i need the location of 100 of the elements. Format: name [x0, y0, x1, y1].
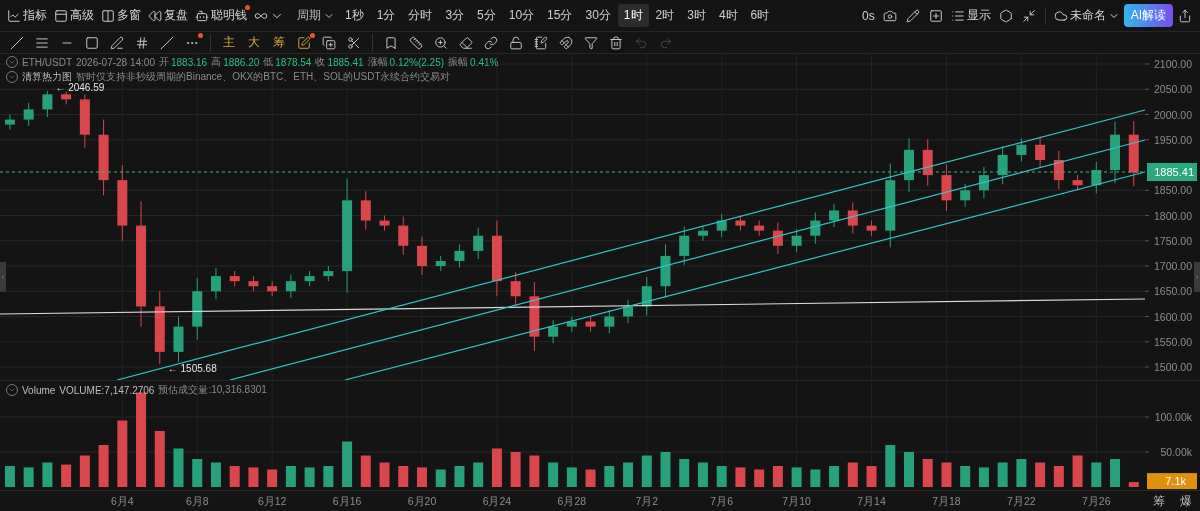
- candlestick: [248, 275, 259, 292]
- axis-label: 50.00k: [1160, 446, 1192, 458]
- display-menu[interactable]: 显示: [947, 5, 994, 26]
- volume-bar: [61, 464, 72, 487]
- volume-bar: [548, 462, 559, 487]
- symbol-label: ETH/USDT: [22, 56, 72, 68]
- indicator-tool[interactable]: 大: [243, 32, 265, 53]
- axis-label: 6月28: [557, 495, 587, 507]
- robot-icon: [195, 8, 209, 23]
- candlestick: [454, 243, 465, 269]
- volume-bar: [42, 462, 53, 487]
- candlestick: [435, 255, 446, 272]
- candlestick: [829, 203, 840, 228]
- candlestick: [735, 215, 746, 232]
- volume-bar: [810, 469, 821, 487]
- axis-label: 7月10: [782, 495, 811, 507]
- indicator-tool[interactable]: 筹: [268, 32, 290, 53]
- list-icon: [950, 8, 965, 23]
- axis-label: 6月24: [482, 495, 512, 507]
- volume-bar: [641, 455, 652, 487]
- candlestick: [1035, 136, 1046, 169]
- candlestick: [922, 138, 933, 187]
- candlestick: [229, 270, 240, 287]
- volume-tag: 7.1k: [1147, 473, 1197, 490]
- menu-button[interactable]: 多窗: [98, 5, 144, 26]
- menu-button[interactable]: 复盘: [145, 5, 191, 26]
- volume-bar: [679, 459, 690, 487]
- interval-tab[interactable]: 15分: [541, 4, 579, 27]
- candlestick: [1091, 161, 1102, 194]
- interval-tab[interactable]: 1秒: [339, 4, 370, 27]
- candlestick: [510, 271, 521, 306]
- volume-bar: [473, 462, 484, 487]
- volume-bar: [997, 462, 1008, 487]
- side-handle[interactable]: [0, 262, 6, 292]
- volume-estimate: 预估成交量:10,316.8301: [158, 383, 267, 397]
- candlestick: [679, 226, 690, 266]
- interval-tab[interactable]: 2时: [649, 4, 681, 27]
- candlestick: [978, 166, 989, 199]
- volume-bar: [1035, 462, 1046, 487]
- corner-label[interactable]: 筹: [1152, 492, 1165, 510]
- candlestick: [772, 222, 783, 255]
- volume-bar: [360, 455, 371, 487]
- side-handle[interactable]: [1194, 262, 1200, 292]
- chart-icon: [7, 8, 21, 23]
- volume-bar: [716, 466, 727, 487]
- candlestick: [379, 215, 390, 232]
- volume-bar: [1128, 482, 1139, 487]
- interval-tab[interactable]: 1时: [617, 4, 649, 27]
- volume-bar: [173, 448, 184, 487]
- volume-bar: [623, 462, 634, 487]
- interval-tab[interactable]: 5分: [471, 4, 502, 27]
- candlestick: [847, 201, 858, 235]
- interval-tab[interactable]: 3分: [439, 4, 471, 27]
- corner-label[interactable]: 爆: [1180, 492, 1193, 510]
- interval-tab[interactable]: 3时: [681, 4, 712, 27]
- interval-tab[interactable]: 分时: [402, 4, 439, 27]
- volume-bar: [417, 467, 427, 487]
- volume-bar: [1110, 459, 1121, 487]
- indicator-tool[interactable]: 主: [218, 32, 240, 53]
- volume-bar: [192, 459, 203, 487]
- volume-bar: [4, 466, 15, 487]
- interval-tab[interactable]: 30分: [579, 4, 617, 27]
- volume-bar: [398, 466, 409, 487]
- axis-label: 1700.00: [1154, 260, 1192, 272]
- layout-dropdown[interactable]: 未命名: [1050, 5, 1123, 26]
- price-annotation: ← 2046.59: [55, 81, 105, 93]
- axis-label: 1650.00: [1154, 285, 1192, 298]
- interval-tab[interactable]: 4时: [712, 4, 744, 27]
- candlestick: [791, 228, 802, 253]
- interval-tab[interactable]: 1分: [370, 4, 402, 27]
- candlestick: [23, 102, 34, 127]
- interval-tab[interactable]: 6时: [744, 4, 776, 27]
- period-dropdown[interactable]: 周期: [294, 5, 338, 26]
- volume-bar: [1072, 455, 1083, 487]
- candlestick: [1053, 150, 1064, 190]
- candlestick: [79, 93, 90, 149]
- menu-button[interactable]: 高级: [51, 5, 97, 26]
- volume-bar: [735, 467, 746, 487]
- candlestick: [941, 164, 952, 212]
- field-label: 高: [211, 55, 222, 69]
- candlestick: [1072, 174, 1083, 191]
- candlestick: [360, 190, 371, 231]
- columns-icon: [101, 8, 115, 23]
- field-label: 收: [315, 55, 326, 69]
- axis-label: 7月18: [932, 495, 961, 507]
- volume-bar: [529, 455, 540, 487]
- axis-label: 2100.00: [1154, 58, 1192, 70]
- interval-tab[interactable]: 10分: [502, 4, 541, 27]
- menu-button[interactable]: 指标: [4, 5, 50, 26]
- axis-label: 7月26: [1082, 495, 1111, 507]
- candlestick: [323, 265, 334, 282]
- candlestick: [529, 281, 540, 352]
- volume-bar: [904, 452, 914, 487]
- field-value: 1878.54: [275, 56, 312, 68]
- axis-label: 1600.00: [1154, 310, 1192, 323]
- volume-bar: [791, 467, 802, 487]
- volume-bar: [604, 466, 615, 487]
- field-label: 涨幅: [367, 55, 388, 69]
- menu-button[interactable]: 聪明钱: [192, 5, 250, 26]
- volume-bar: [117, 420, 128, 487]
